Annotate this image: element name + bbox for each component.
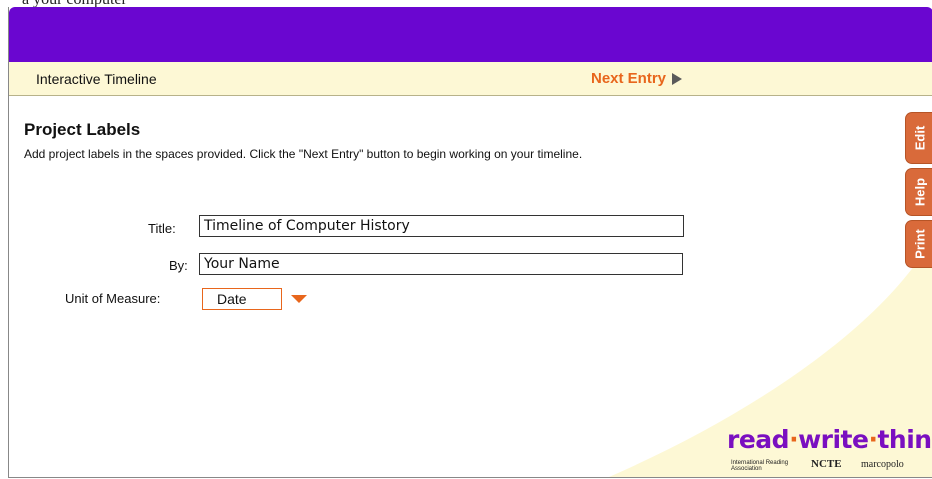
app-title: Interactive Timeline: [36, 71, 157, 87]
marcopolo-logo: marcopolo: [861, 459, 904, 470]
title-label: Title:: [148, 221, 176, 236]
edit-tab-label: Edit: [912, 125, 927, 151]
help-tab[interactable]: Help: [905, 168, 932, 216]
by-label: By:: [169, 258, 188, 273]
logo-separator-1: ·: [789, 425, 799, 454]
ira-logo: International Reading Association: [731, 460, 789, 472]
by-input[interactable]: Your Name: [199, 253, 683, 275]
logo-wordmark: read·write·think: [727, 425, 932, 454]
instructions-text: Add project labels in the spaces provide…: [24, 147, 583, 161]
nav-bar: Interactive Timeline Next Entry: [9, 62, 932, 96]
page-heading: Project Labels: [24, 120, 141, 139]
readwritethink-logo: read·write·think International Reading A…: [727, 425, 932, 477]
play-arrow-icon: [672, 72, 683, 85]
ncte-logo: NCTE: [811, 458, 842, 470]
logo-word-think: think: [877, 425, 932, 454]
edit-tab[interactable]: Edit: [905, 112, 932, 164]
page-top-strip: a your computer: [0, 0, 932, 8]
title-input[interactable]: Timeline of Computer History: [199, 215, 684, 237]
logo-word-read: read: [727, 425, 790, 454]
logo-word-write: write: [798, 425, 869, 454]
next-entry-label: Next Entry: [591, 70, 667, 87]
next-entry-button[interactable]: Next Entry: [591, 70, 683, 87]
print-tab[interactable]: Print: [905, 220, 932, 268]
header-bar: [9, 7, 932, 62]
timeline-app-frame: Interactive Timeline Next Entry Project …: [8, 7, 932, 478]
unit-of-measure-select[interactable]: Date: [202, 288, 282, 310]
help-tab-label: Help: [912, 177, 927, 207]
unit-of-measure-label: Unit of Measure:: [65, 291, 161, 306]
chevron-down-icon[interactable]: [291, 295, 307, 303]
print-tab-label: Print: [912, 229, 927, 259]
